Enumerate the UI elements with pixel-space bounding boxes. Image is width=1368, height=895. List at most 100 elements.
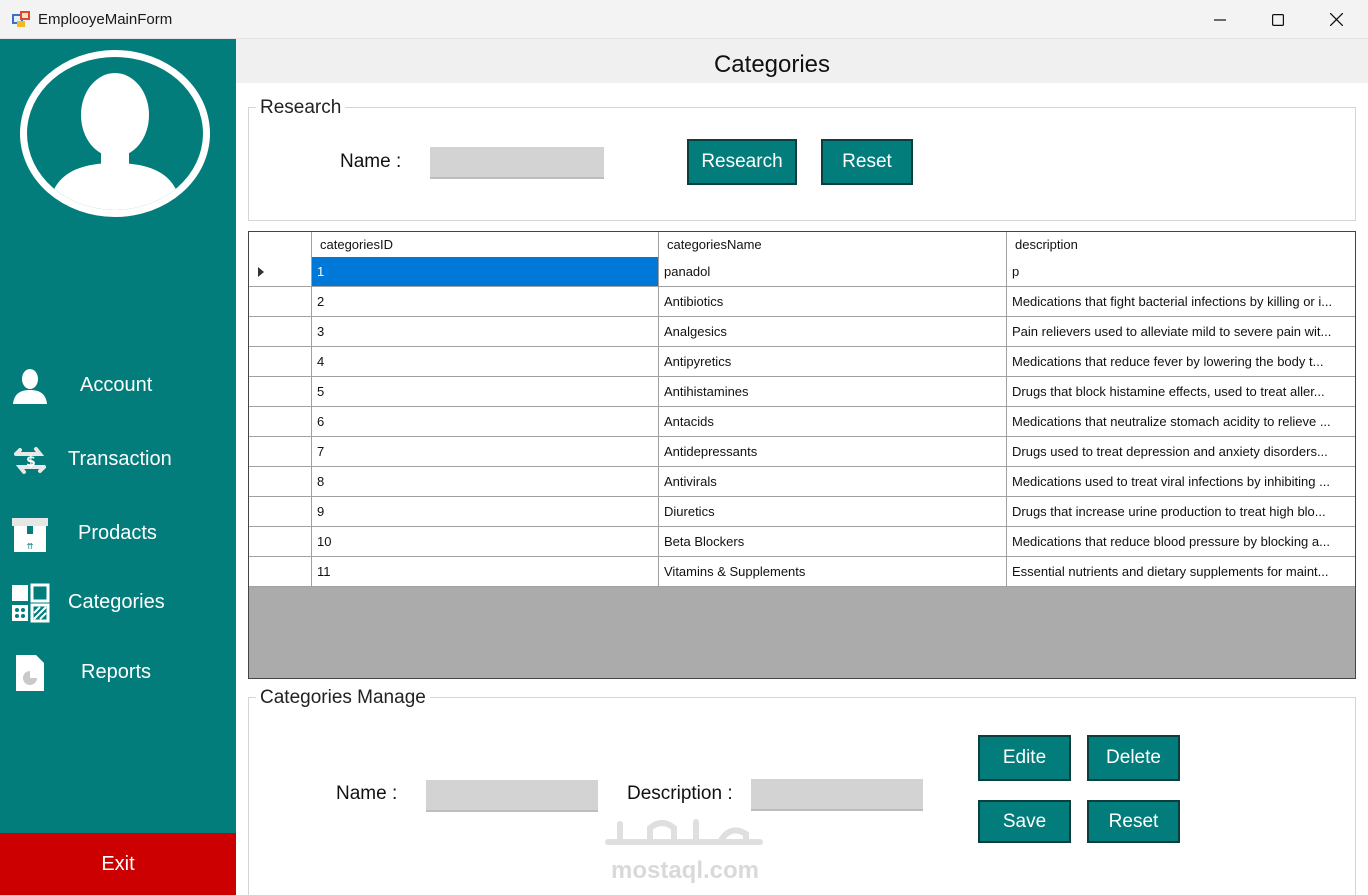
sidebar-item-label: Prodacts: [78, 522, 157, 544]
current-row-arrow-icon: [258, 267, 264, 277]
box-icon: ⇈: [12, 518, 48, 552]
save-button[interactable]: Save: [978, 800, 1071, 843]
grid-corner-header: [249, 232, 312, 257]
cell-description[interactable]: Drugs used to treat depression and anxie…: [1007, 437, 1355, 467]
manage-legend: Categories Manage: [256, 687, 430, 709]
cell-id[interactable]: 10: [312, 527, 659, 557]
row-header[interactable]: [249, 347, 312, 377]
sidebar-item-categories[interactable]: Categories: [0, 573, 236, 633]
row-header[interactable]: [249, 557, 312, 587]
minimize-icon: [1214, 18, 1226, 21]
cell-id[interactable]: 3: [312, 317, 659, 347]
sidebar-item-label: Transaction: [68, 448, 172, 470]
sidebar-item-reports[interactable]: Reports: [0, 643, 236, 703]
exchange-arrows-icon: $: [14, 447, 46, 474]
avatar: [20, 50, 210, 217]
manage-name-input[interactable]: [426, 780, 598, 812]
cell-id[interactable]: 5: [312, 377, 659, 407]
cell-id[interactable]: 1: [312, 257, 659, 287]
row-header[interactable]: [249, 527, 312, 557]
watermark-logo: mostaql.com: [600, 812, 770, 884]
page-title: Categories: [713, 51, 831, 78]
cell-id[interactable]: 4: [312, 347, 659, 377]
manage-description-label: Description :: [627, 783, 733, 804]
close-button[interactable]: [1306, 0, 1366, 39]
sidebar-item-prodacts[interactable]: ⇈ Prodacts: [0, 504, 236, 564]
title-bar: EmplooyeMainForm: [0, 0, 1368, 39]
column-header-id[interactable]: categoriesID: [312, 232, 659, 257]
cell-name[interactable]: Antihistamines: [659, 377, 1007, 407]
row-header[interactable]: [249, 377, 312, 407]
cell-id[interactable]: 11: [312, 557, 659, 587]
column-header-description[interactable]: description: [1007, 232, 1355, 257]
sidebar-item-transaction[interactable]: $ Transaction: [0, 430, 236, 490]
sidebar-item-account[interactable]: Account: [0, 356, 236, 416]
main-panel: Categories Research Name : Research Rese…: [236, 39, 1368, 895]
manage-name-label: Name :: [336, 783, 398, 804]
cell-name[interactable]: Antipyretics: [659, 347, 1007, 377]
research-legend: Research: [256, 97, 346, 119]
column-header-name[interactable]: categoriesName: [659, 232, 1007, 257]
maximize-button[interactable]: [1248, 0, 1308, 39]
research-button[interactable]: Research: [687, 139, 797, 185]
grid-header: categoriesID categoriesName description: [249, 232, 1355, 257]
cell-description[interactable]: Medications that neutralize stomach acid…: [1007, 407, 1355, 437]
cell-description[interactable]: Medications used to treat viral infectio…: [1007, 467, 1355, 497]
cell-name[interactable]: Beta Blockers: [659, 527, 1007, 557]
edit-button[interactable]: Edite: [978, 735, 1071, 781]
cell-description[interactable]: Medications that reduce fever by lowerin…: [1007, 347, 1355, 377]
categories-grid[interactable]: categoriesID categoriesName description …: [248, 231, 1356, 679]
cell-description[interactable]: Medications that fight bacterial infecti…: [1007, 287, 1355, 317]
row-header[interactable]: [249, 287, 312, 317]
cell-description[interactable]: Medications that reduce blood pressure b…: [1007, 527, 1355, 557]
cell-name[interactable]: Diuretics: [659, 497, 1007, 527]
sidebar-item-label: Categories: [68, 591, 165, 613]
cell-name[interactable]: Analgesics: [659, 317, 1007, 347]
cell-description[interactable]: Pain relievers used to alleviate mild to…: [1007, 317, 1355, 347]
research-name-input[interactable]: [430, 147, 604, 179]
cell-description[interactable]: Essential nutrients and dietary suppleme…: [1007, 557, 1355, 587]
report-document-icon: [16, 655, 44, 691]
cell-id[interactable]: 8: [312, 467, 659, 497]
row-header[interactable]: [249, 467, 312, 497]
row-header[interactable]: [249, 257, 312, 287]
cell-name[interactable]: Antacids: [659, 407, 1007, 437]
research-groupbox: [248, 107, 1356, 221]
cell-id[interactable]: 7: [312, 437, 659, 467]
research-reset-button[interactable]: Reset: [821, 139, 913, 185]
watermark-text: mostaql.com: [610, 857, 760, 884]
cell-description[interactable]: p: [1007, 257, 1355, 287]
maximize-icon: [1272, 13, 1284, 26]
exit-button[interactable]: Exit: [0, 833, 236, 895]
user-icon: [13, 369, 47, 404]
cell-description[interactable]: Drugs that block histamine effects, used…: [1007, 377, 1355, 407]
row-header[interactable]: [249, 317, 312, 347]
close-icon: [1329, 13, 1343, 26]
manage-description-input[interactable]: [751, 779, 923, 811]
cell-id[interactable]: 6: [312, 407, 659, 437]
research-name-label: Name :: [340, 151, 402, 172]
header-band: Categories: [236, 39, 1368, 83]
cell-name[interactable]: Antibiotics: [659, 287, 1007, 317]
sidebar-item-label: Reports: [81, 661, 152, 683]
watermark-brand-mark: [605, 819, 763, 845]
categories-grid-icon: [12, 583, 50, 623]
cell-name[interactable]: Vitamins & Supplements: [659, 557, 1007, 587]
cell-description[interactable]: Drugs that increase urine production to …: [1007, 497, 1355, 527]
cell-name[interactable]: panadol: [659, 257, 1007, 287]
cell-name[interactable]: Antidepressants: [659, 437, 1007, 467]
sidebar: Account $ Transaction ⇈ Prodacts Categor…: [0, 39, 236, 895]
row-header[interactable]: [249, 437, 312, 467]
window-title: EmplooyeMainForm: [38, 11, 173, 28]
cell-id[interactable]: 2: [312, 287, 659, 317]
manage-reset-button[interactable]: Reset: [1087, 800, 1180, 843]
svg-text:$: $: [26, 454, 36, 470]
row-header[interactable]: [249, 497, 312, 527]
user-silhouette-icon: [49, 73, 181, 210]
cell-name[interactable]: Antivirals: [659, 467, 1007, 497]
sidebar-item-label: Account: [80, 374, 153, 396]
row-header[interactable]: [249, 407, 312, 437]
delete-button[interactable]: Delete: [1087, 735, 1180, 781]
cell-id[interactable]: 9: [312, 497, 659, 527]
minimize-button[interactable]: [1190, 0, 1250, 39]
